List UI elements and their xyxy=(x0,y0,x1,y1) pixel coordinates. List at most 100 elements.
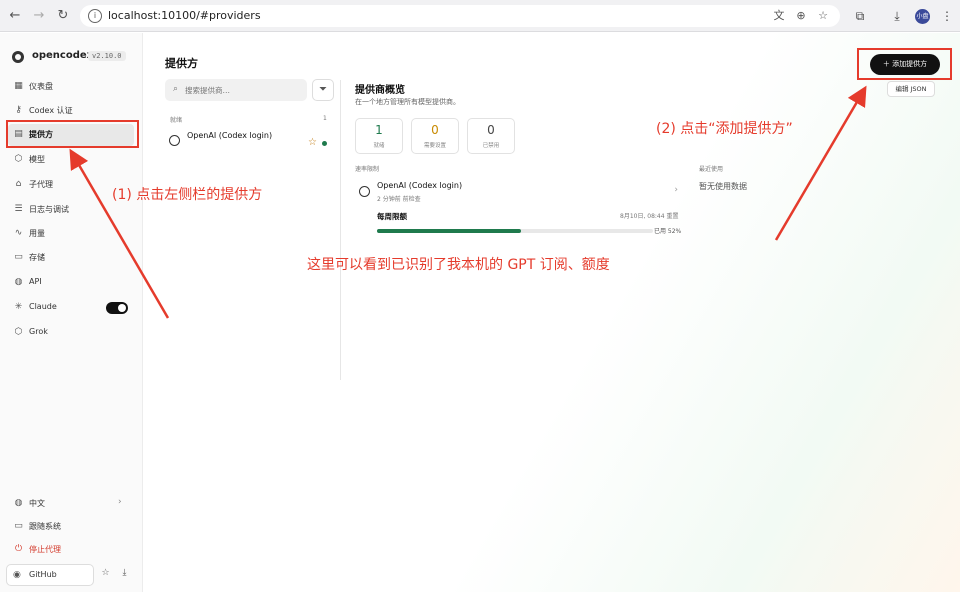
highlight-box-providers xyxy=(6,120,139,148)
address-bar[interactable]: i localhost:10100/#providers 文 ⊕ ☆ xyxy=(80,5,840,27)
power-icon: ⏻ xyxy=(14,544,23,554)
filter-icon[interactable]: ⏷ xyxy=(312,79,334,101)
sidebar: opencodex v2.10.0 ▦ 仪表盘 ⚷ Codex 认证 ▤ 提供方… xyxy=(0,33,143,592)
usage-progress-bar xyxy=(377,229,653,233)
recent-usage-label: 最近使用 xyxy=(699,166,724,173)
highlight-box-add-provider xyxy=(857,48,952,80)
openai-icon xyxy=(359,186,370,197)
site-info-icon[interactable]: i xyxy=(88,9,102,23)
sidebar-item-usage[interactable]: ∿ 用量 xyxy=(8,223,134,245)
brand-name: opencodex xyxy=(32,50,94,61)
theme-label: 跟随系统 xyxy=(29,522,61,531)
app: opencodex v2.10.0 ▦ 仪表盘 ⚷ Codex 认证 ▤ 提供方… xyxy=(0,33,960,592)
github-icon: ◉ xyxy=(13,570,21,580)
last-checked: 2 分钟前 前检查 xyxy=(377,196,421,203)
stat-value: 0 xyxy=(431,123,439,137)
used-percent: 已用 52% xyxy=(654,228,682,235)
back-icon[interactable]: ← xyxy=(6,7,24,25)
forward-icon[interactable]: → xyxy=(30,7,48,25)
stop-proxy-button[interactable]: ⏻ 停止代理 xyxy=(8,539,134,561)
provider-list-item[interactable]: OpenAI (Codex login) ☆ xyxy=(165,129,333,151)
sidebar-item-label: 子代理 xyxy=(29,180,53,189)
grok-icon: ⬡ xyxy=(14,327,23,337)
search-icon: ⌕ xyxy=(173,84,179,94)
translate-icon[interactable]: 文 xyxy=(772,9,786,23)
menu-kebab-icon[interactable]: ⋮ xyxy=(939,8,955,24)
cube-icon: ⬡ xyxy=(14,154,23,164)
sidebar-item-claude[interactable]: ✳ Claude xyxy=(8,297,134,319)
version-badge: v2.10.0 xyxy=(88,51,126,61)
sidebar-item-label: 仪表盘 xyxy=(29,82,53,91)
download-icon[interactable]: ⤓ xyxy=(889,8,905,24)
sidebar-item-label: Codex 认证 xyxy=(29,106,73,115)
sidebar-item-models[interactable]: ⬡ 模型 xyxy=(8,149,134,171)
zoom-icon[interactable]: ⊕ xyxy=(794,9,808,23)
chevron-right-icon: › xyxy=(118,497,122,507)
rate-limit-label: 速率限制 xyxy=(355,166,380,173)
main-content: 提供方 ＋ 添加提供方 编辑 JSON ⌕ ⏷ 就绪 1 OpenAI (Cod… xyxy=(144,33,960,592)
openai-icon xyxy=(169,135,180,146)
sidebar-item-label: 用量 xyxy=(29,229,45,238)
chevron-right-icon: › xyxy=(674,185,678,195)
stat-label: 需要设置 xyxy=(423,143,446,149)
download-icon[interactable]: ⤓ xyxy=(116,565,133,582)
monitor-icon: ▭ xyxy=(14,521,23,531)
overview-title: 提供商概览 xyxy=(355,85,405,96)
key-icon: ⚷ xyxy=(15,105,22,115)
stat-card-needs-setup: 0 需要设置 xyxy=(411,118,459,154)
weekly-limit-label: 每周限额 xyxy=(377,212,407,221)
language-label: 中文 xyxy=(29,499,45,508)
overview-subtitle: 在一个地方管理所有模型提供商。 xyxy=(355,98,460,106)
robot-icon: ⌂ xyxy=(15,179,22,189)
github-label: GitHub xyxy=(29,570,57,579)
url-text[interactable]: localhost:10100/#providers xyxy=(108,9,261,22)
opencodex-logo-icon xyxy=(12,51,24,63)
globe-icon: ◍ xyxy=(14,498,23,508)
claude-toggle[interactable] xyxy=(106,302,128,314)
page-title: 提供方 xyxy=(165,57,198,70)
stat-label: 已禁用 xyxy=(482,143,500,149)
sidebar-item-label: Claude xyxy=(29,302,57,311)
stat-value: 0 xyxy=(487,123,495,137)
search-box: ⌕ xyxy=(165,79,307,101)
stat-label: 就绪 xyxy=(373,143,385,149)
stop-proxy-label: 停止代理 xyxy=(29,545,61,554)
status-dot xyxy=(322,141,327,146)
provider-name: OpenAI (Codex login) xyxy=(377,181,463,190)
sidebar-item-storage[interactable]: ▭ 存储 xyxy=(8,247,134,269)
activity-icon: ∿ xyxy=(14,228,23,238)
sidebar-item-codex-auth[interactable]: ⚷ Codex 认证 xyxy=(8,100,134,122)
star-icon[interactable]: ☆ xyxy=(97,565,114,582)
sidebar-item-label: API xyxy=(29,277,42,286)
sidebar-item-label: 存储 xyxy=(29,253,45,262)
drive-icon: ▭ xyxy=(14,252,23,262)
sidebar-item-dashboard[interactable]: ▦ 仪表盘 xyxy=(8,76,134,98)
sidebar-item-label: 模型 xyxy=(29,155,45,164)
github-button[interactable]: ◉ GitHub xyxy=(6,564,94,586)
star-icon[interactable]: ☆ xyxy=(308,137,317,148)
reset-time: 8月10日, 08:44 重置 xyxy=(620,213,679,220)
bookmark-star-icon[interactable]: ☆ xyxy=(816,9,830,23)
extensions-icon[interactable]: ⧉ xyxy=(852,8,868,24)
rate-limit-item[interactable]: OpenAI (Codex login) 2 分钟前 前检查 › xyxy=(355,180,682,206)
profile-avatar[interactable]: 小盘 xyxy=(915,9,930,24)
stat-value: 1 xyxy=(375,123,383,137)
list-group-count: 1 xyxy=(323,115,327,122)
globe-icon: ◍ xyxy=(14,277,23,287)
provider-name: OpenAI (Codex login) xyxy=(187,131,273,140)
annotation-step1: (1) 点击左侧栏的提供方 xyxy=(112,187,263,203)
sidebar-item-grok[interactable]: ⬡ Grok xyxy=(8,322,134,344)
list-icon: ☰ xyxy=(14,204,23,214)
language-selector[interactable]: ◍ 中文 › xyxy=(8,493,134,515)
sidebar-item-api[interactable]: ◍ API xyxy=(8,272,134,294)
reload-icon[interactable]: ↻ xyxy=(54,7,72,25)
edit-json-button[interactable]: 编辑 JSON xyxy=(887,81,935,97)
usage-progress-fill xyxy=(377,229,521,233)
browser-toolbar: ← → ↻ i localhost:10100/#providers 文 ⊕ ☆… xyxy=(0,0,960,32)
list-group-label: 就绪 xyxy=(170,117,183,124)
theme-selector[interactable]: ▭ 跟随系统 xyxy=(8,516,134,538)
search-input[interactable] xyxy=(185,82,301,98)
stat-card-disabled: 0 已禁用 xyxy=(467,118,515,154)
sidebar-item-label: 日志与调试 xyxy=(29,205,69,214)
sparkle-icon: ✳ xyxy=(14,302,23,312)
